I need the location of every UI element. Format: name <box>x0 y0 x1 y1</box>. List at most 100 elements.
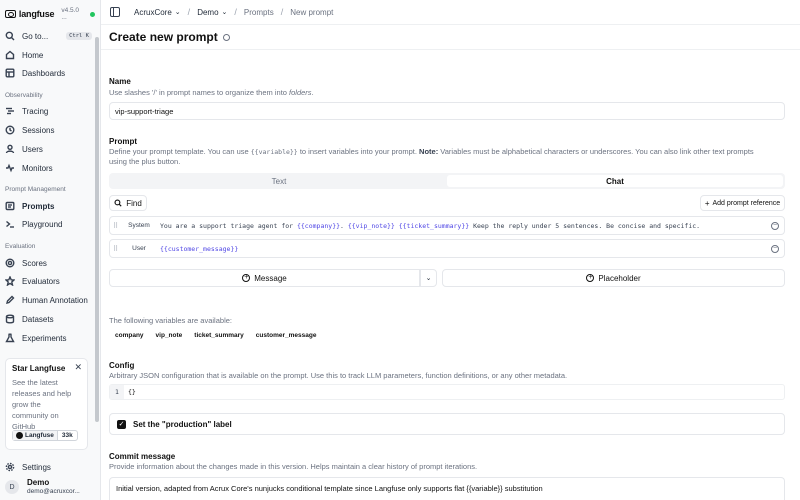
info-icon[interactable] <box>222 33 230 41</box>
chat-message-system: ⠿ System You are a support triage agent … <box>109 216 785 235</box>
goto-label: Go to... <box>22 31 49 41</box>
sidebar-item-tracing[interactable]: Tracing <box>4 103 92 119</box>
message-text: . <box>340 221 348 230</box>
github-badge-label: Langfuse <box>25 432 54 439</box>
config-value[interactable]: {} <box>128 388 136 396</box>
sidebar-item-label: Home <box>22 50 44 60</box>
message-role[interactable]: User <box>118 245 160 252</box>
star-card-description: See the latest releases and help grow th… <box>12 378 72 431</box>
prompt-help-text: using the plus button. <box>109 157 181 166</box>
sidebar-item-label: Prompts <box>22 201 55 211</box>
sidebar-item-label: Tracing <box>22 106 49 116</box>
line-number: 1 <box>110 385 124 399</box>
app-logo[interactable]: langfuse v4.5.0 ... <box>5 7 95 21</box>
sidebar-item-prompts[interactable]: Prompts <box>4 198 92 214</box>
sidebar-item-label: Evaluators <box>22 276 60 286</box>
tab-chat[interactable]: Chat <box>447 175 783 187</box>
breadcrumb-separator: / <box>280 7 284 17</box>
github-star-count: 33k <box>56 431 77 440</box>
sidebar-scrollbar[interactable] <box>95 37 99 422</box>
plus-circle-icon: + <box>586 274 595 282</box>
add-message-button[interactable]: + Message <box>109 269 420 287</box>
prompt-help-text: to insert variables into your prompt. <box>297 147 420 156</box>
sidebar-item-label: Experiments <box>22 333 67 343</box>
prompt-help-variable: {{variable}} <box>250 148 298 156</box>
user-menu[interactable]: D Demo demo@acruxcor... <box>5 476 97 498</box>
sidebar-item-sessions[interactable]: Sessions <box>4 122 92 138</box>
remove-message-icon[interactable]: − <box>771 244 779 253</box>
message-dropdown-button[interactable]: ⌄ <box>420 269 437 287</box>
sidebar-item-label: Scores <box>22 258 47 268</box>
variables-list: company vip_note ticket_summary customer… <box>109 332 322 339</box>
message-content[interactable]: You are a support triage agent for {{com… <box>160 222 700 230</box>
add-prompt-reference-button[interactable]: + Add prompt reference <box>700 195 785 211</box>
sidebar-item-label: Sessions <box>22 125 55 135</box>
commit-message-input[interactable]: Initial version, adapted from Acrux Core… <box>109 477 785 500</box>
close-icon[interactable]: ✕ <box>74 362 82 373</box>
sidebar-toggle-icon[interactable] <box>110 7 120 17</box>
chevron-down-icon: ⌄ <box>174 9 181 16</box>
sidebar-item-settings[interactable]: Settings <box>4 459 92 475</box>
gear-icon <box>5 462 15 472</box>
plus-circle-icon: + <box>242 274 251 282</box>
sidebar-item-label: Datasets <box>22 314 54 324</box>
sidebar-item-experiments[interactable]: Experiments <box>4 330 92 346</box>
sidebar-item-label: Settings <box>22 462 51 472</box>
section-evaluation: Evaluation <box>5 243 36 250</box>
tab-text[interactable]: Text <box>111 175 447 187</box>
human-annotation-icon <box>5 295 15 305</box>
breadcrumb-prompts[interactable]: Prompts <box>244 8 274 17</box>
breadcrumb-current: New prompt <box>290 7 334 17</box>
sessions-icon <box>5 125 15 135</box>
sidebar-item-playground[interactable]: Playground <box>4 216 92 232</box>
production-checkbox-label[interactable]: Set the "production" label <box>133 420 232 429</box>
prompt-help: Define your prompt template. You can use… <box>109 147 754 167</box>
name-label: Name <box>109 77 131 86</box>
message-content[interactable]: {{customer_message}} <box>160 245 238 253</box>
sidebar-item-datasets[interactable]: Datasets <box>4 311 92 327</box>
name-help-emphasis: folders <box>289 88 312 97</box>
prompt-help-text: Define your prompt template. You can use <box>109 147 251 156</box>
breadcrumb-org[interactable]: AcruxCore ⌄ <box>134 8 181 17</box>
template-variable: {{company}} <box>296 221 341 230</box>
config-editor[interactable]: 1 {} <box>109 384 785 400</box>
github-star-badge[interactable]: Langfuse 33k <box>12 430 78 441</box>
name-help-end: . <box>311 88 314 97</box>
goto-shortcut: Ctrl K <box>66 32 92 40</box>
variable-chip: company <box>115 332 144 339</box>
sidebar-item-human-annotation[interactable]: Human Annotation <box>4 292 92 308</box>
find-button[interactable]: Find <box>109 195 147 211</box>
add-message-label: Message <box>254 273 287 283</box>
name-input[interactable]: vip-support-triage <box>109 102 785 120</box>
message-role[interactable]: System <box>118 222 160 229</box>
add-placeholder-button[interactable]: + Placeholder <box>442 269 785 287</box>
sidebar-item-monitors[interactable]: Monitors <box>4 160 92 176</box>
breadcrumb-org-label: AcruxCore <box>134 7 172 17</box>
top-bar: AcruxCore ⌄ / Demo ⌄ / Prompts / New promp… <box>101 0 800 25</box>
find-label: Find <box>126 198 142 208</box>
home-icon <box>5 50 15 60</box>
users-icon <box>5 144 15 154</box>
prompt-label: Prompt <box>109 137 137 146</box>
chevron-down-icon: ⌄ <box>425 275 432 282</box>
page-title-row: Create new prompt <box>109 30 230 44</box>
sidebar-item-scores[interactable]: Scores <box>4 255 92 271</box>
sidebar-item-home[interactable]: Home <box>4 47 92 63</box>
breadcrumb-project[interactable]: Demo ⌄ <box>197 8 227 17</box>
tracing-icon <box>5 106 15 116</box>
remove-message-icon[interactable]: − <box>771 221 779 230</box>
sidebar-item-dashboards[interactable]: Dashboards <box>4 65 92 81</box>
search-icon <box>114 199 122 207</box>
production-checkbox[interactable]: ✓ <box>117 419 126 429</box>
github-icon <box>16 432 23 439</box>
breadcrumb-separator: / <box>234 7 237 17</box>
experiments-icon <box>5 333 15 343</box>
user-email: demo@acruxcor... <box>27 488 80 495</box>
sidebar-item-evaluators[interactable]: Evaluators <box>4 273 92 289</box>
sidebar-item-label: Dashboards <box>22 68 66 78</box>
sidebar-item-users[interactable]: Users <box>4 141 92 157</box>
langfuse-logo-icon <box>5 10 16 18</box>
sidebar-item-label: Users <box>22 144 43 154</box>
variable-chip: customer_message <box>255 332 317 339</box>
goto-search[interactable]: Go to... Ctrl K <box>4 28 92 44</box>
